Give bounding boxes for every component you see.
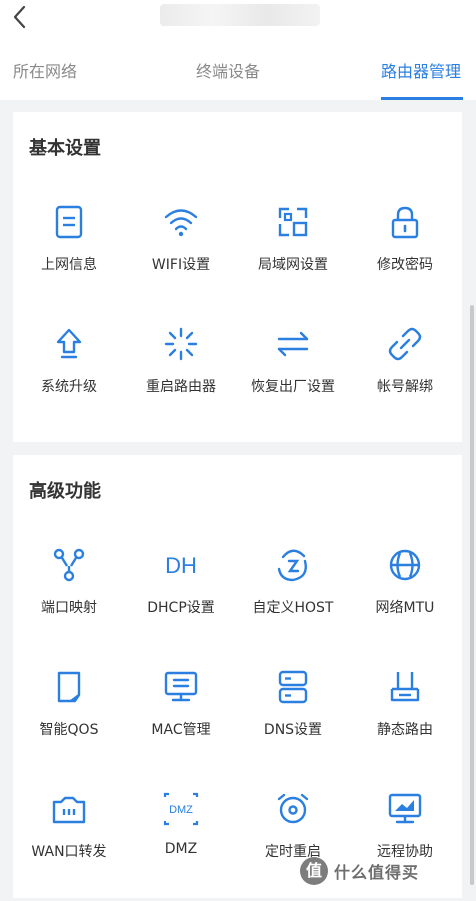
item-label: MAC管理 xyxy=(151,722,211,738)
item-label: 上网信息 xyxy=(41,257,97,273)
wan-forward-icon xyxy=(52,796,86,824)
item-static-route[interactable]: 静态路由 xyxy=(349,669,461,779)
item-network-mtu[interactable]: 网络MTU xyxy=(349,547,461,657)
advanced-features-card: 高级功能 端口映射 DH DHCP设置 自定义HOST 网络MTU 智能QOS … xyxy=(13,455,462,898)
item-label: 端口映射 xyxy=(41,600,97,616)
advanced-features-title: 高级功能 xyxy=(29,481,101,502)
item-label: 系统升级 xyxy=(41,379,97,395)
restart-icon xyxy=(164,327,198,361)
item-internet-info[interactable]: 上网信息 xyxy=(13,204,125,314)
port-mapping-icon xyxy=(53,548,85,582)
item-label: 自定义HOST xyxy=(252,600,334,616)
item-account-unbind[interactable]: 帐号解绑 xyxy=(349,326,461,436)
top-bar xyxy=(0,0,476,44)
active-tab-indicator xyxy=(381,97,463,100)
item-wan-forward[interactable]: WAN口转发 xyxy=(13,791,125,901)
item-custom-host[interactable]: 自定义HOST xyxy=(237,547,349,657)
lan-icon xyxy=(278,207,308,237)
upgrade-icon xyxy=(56,328,82,359)
mtu-icon xyxy=(389,549,421,581)
watermark-logo: 值 xyxy=(300,857,328,885)
basic-settings-title: 基本设置 xyxy=(29,138,101,159)
item-label: 网络MTU xyxy=(375,600,435,616)
item-dhcp-settings[interactable]: DH DHCP设置 xyxy=(125,547,237,657)
item-label: 局域网设置 xyxy=(258,257,328,273)
item-lan-settings[interactable]: 局域网设置 xyxy=(237,204,349,314)
item-label: 恢复出厂设置 xyxy=(251,379,335,395)
item-label: WAN口转发 xyxy=(31,844,107,860)
item-system-upgrade[interactable]: 系统升级 xyxy=(13,326,125,436)
static-route-icon xyxy=(390,672,420,702)
item-mac-management[interactable]: MAC管理 xyxy=(125,669,237,779)
item-dns-settings[interactable]: DNS设置 xyxy=(237,669,349,779)
custom-host-icon xyxy=(277,549,307,582)
dns-icon xyxy=(278,670,308,704)
item-label: 重启路由器 xyxy=(146,379,216,395)
item-label: 智能QOS xyxy=(39,722,99,738)
item-label: DHCP设置 xyxy=(147,600,215,616)
basic-settings-card: 基本设置 上网信息 WIFI设置 局域网设置 修改密码 系统升级 重启路由器 恢… xyxy=(13,112,462,442)
item-restart-router[interactable]: 重启路由器 xyxy=(125,326,237,436)
lock-icon xyxy=(391,206,419,239)
item-label: 修改密码 xyxy=(377,257,433,273)
remote-assist-icon xyxy=(388,793,422,824)
svg-text:DH: DH xyxy=(165,553,197,578)
dhcp-icon: DH xyxy=(165,553,197,578)
scrollbar[interactable] xyxy=(470,305,474,885)
item-smart-qos[interactable]: 智能QOS xyxy=(13,669,125,779)
document-icon xyxy=(55,205,83,239)
unlink-icon xyxy=(388,327,422,361)
item-dmz[interactable]: DMZ DMZ xyxy=(125,791,237,901)
qos-icon xyxy=(57,671,81,703)
mac-icon xyxy=(164,671,198,702)
item-label: WIFI设置 xyxy=(151,257,211,273)
item-label: 帐号解绑 xyxy=(377,379,433,395)
tab-bar: 所在网络 终端设备 路由器管理 xyxy=(0,44,476,100)
tab-network[interactable]: 所在网络 xyxy=(13,44,77,100)
item-label: DNS设置 xyxy=(263,722,323,738)
reset-icon xyxy=(277,331,309,357)
tab-devices[interactable]: 终端设备 xyxy=(196,44,260,100)
watermark-text: 什么值得买 xyxy=(334,863,420,882)
chevron-left-icon[interactable] xyxy=(8,4,34,30)
timer-restart-icon xyxy=(277,793,309,824)
item-label: DMZ xyxy=(164,841,198,857)
item-change-password[interactable]: 修改密码 xyxy=(349,204,461,314)
svg-text:DMZ: DMZ xyxy=(169,804,193,816)
wifi-icon xyxy=(164,209,198,237)
tab-router-management[interactable]: 路由器管理 xyxy=(381,44,461,100)
watermark: 值 什么值得买 xyxy=(300,854,419,888)
item-wifi-settings[interactable]: WIFI设置 xyxy=(125,204,237,314)
item-factory-reset[interactable]: 恢复出厂设置 xyxy=(237,326,349,436)
dmz-icon: DMZ xyxy=(163,792,199,826)
item-port-mapping[interactable]: 端口映射 xyxy=(13,547,125,657)
blurred-title xyxy=(160,4,320,26)
item-label: 静态路由 xyxy=(377,722,433,738)
